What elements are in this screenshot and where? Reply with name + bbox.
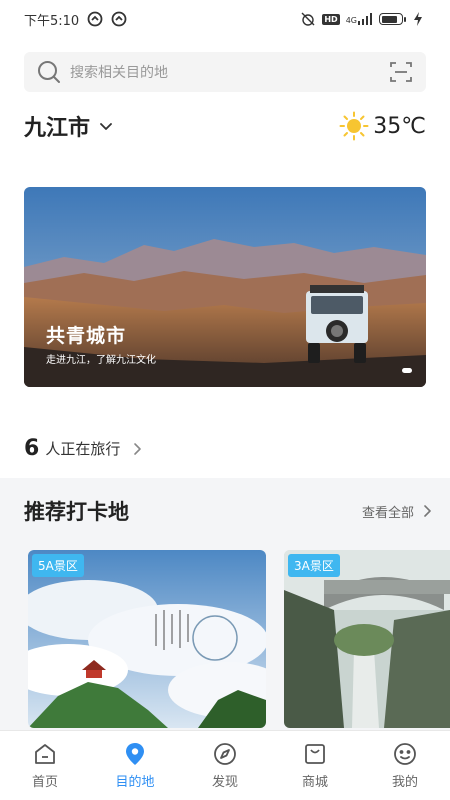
tab-shop[interactable]: 商城: [270, 731, 360, 800]
featured-banner[interactable]: 共青城市 走进九江，了解九江文化: [24, 187, 426, 387]
tab-label: 目的地: [115, 775, 155, 790]
tab-label: 商城: [301, 775, 328, 790]
sun-icon: [339, 111, 369, 141]
network-type-label: 4G: [345, 16, 357, 25]
see-all-link[interactable]: 查看全部: [362, 502, 434, 521]
location-row: 九江市 35℃: [24, 106, 426, 146]
shop-icon: [302, 741, 328, 767]
notification-app-icon-2: [111, 11, 127, 27]
compass-icon: [212, 741, 238, 767]
travelers-row[interactable]: 6 人正在旅行: [24, 432, 144, 464]
hd-icon: HD: [322, 13, 340, 25]
scan-icon[interactable]: [388, 59, 414, 85]
home-icon: [32, 741, 58, 767]
recommend-section: 推荐打卡地 查看全部 5A景区 3A景区: [0, 478, 450, 730]
rating-badge: 5A景区: [32, 554, 84, 577]
tab-label: 首页: [31, 775, 58, 790]
chevron-right-icon: [420, 504, 434, 518]
status-left: 下午5:10: [24, 10, 127, 29]
banner-subtitle: 走进九江，了解九江文化: [46, 355, 156, 366]
travelers-label: 人正在旅行: [45, 439, 121, 458]
temperature: 35℃: [373, 113, 426, 139]
see-all-label: 查看全部: [361, 505, 414, 521]
search-input[interactable]: 搜索相关目的地: [70, 62, 388, 82]
tab-label: 发现: [211, 775, 238, 790]
chevron-right-icon: [130, 441, 144, 455]
travelers-count: 6: [24, 435, 40, 461]
search-bar[interactable]: 搜索相关目的地: [24, 52, 426, 92]
attraction-card[interactable]: 3A景区: [284, 550, 450, 728]
location-pin-icon: [122, 741, 148, 767]
status-bar: 下午5:10 HD 4G: [0, 0, 450, 38]
section-title: 推荐打卡地: [24, 500, 129, 524]
tab-destination[interactable]: 目的地: [90, 731, 180, 800]
tab-profile[interactable]: 我的: [360, 731, 450, 800]
search-icon: [36, 59, 62, 85]
tab-label: 我的: [391, 775, 418, 790]
profile-icon: [392, 741, 418, 767]
carousel-indicator: [402, 368, 412, 373]
attraction-card[interactable]: 5A景区: [28, 550, 266, 728]
status-time: 下午5:10: [24, 13, 80, 29]
city-selector[interactable]: 九江市: [24, 110, 90, 142]
chevron-down-icon[interactable]: [98, 118, 114, 134]
tab-discover[interactable]: 发现: [180, 731, 270, 800]
banner-title: 共青城市: [46, 325, 127, 347]
rating-badge: 3A景区: [288, 554, 340, 577]
weather-widget: 35℃: [339, 111, 426, 141]
bottom-tab-bar: 首页 目的地 发现 商城 我的: [0, 730, 450, 800]
section-header: 推荐打卡地 查看全部: [24, 496, 434, 526]
battery-icon: [379, 13, 406, 25]
signal-icon: 4G: [346, 13, 373, 25]
status-right: HD 4G: [300, 11, 428, 27]
alarm-off-icon: [300, 11, 316, 27]
charging-icon: [412, 11, 428, 27]
tab-home[interactable]: 首页: [0, 731, 90, 800]
notification-app-icon: [87, 11, 103, 27]
